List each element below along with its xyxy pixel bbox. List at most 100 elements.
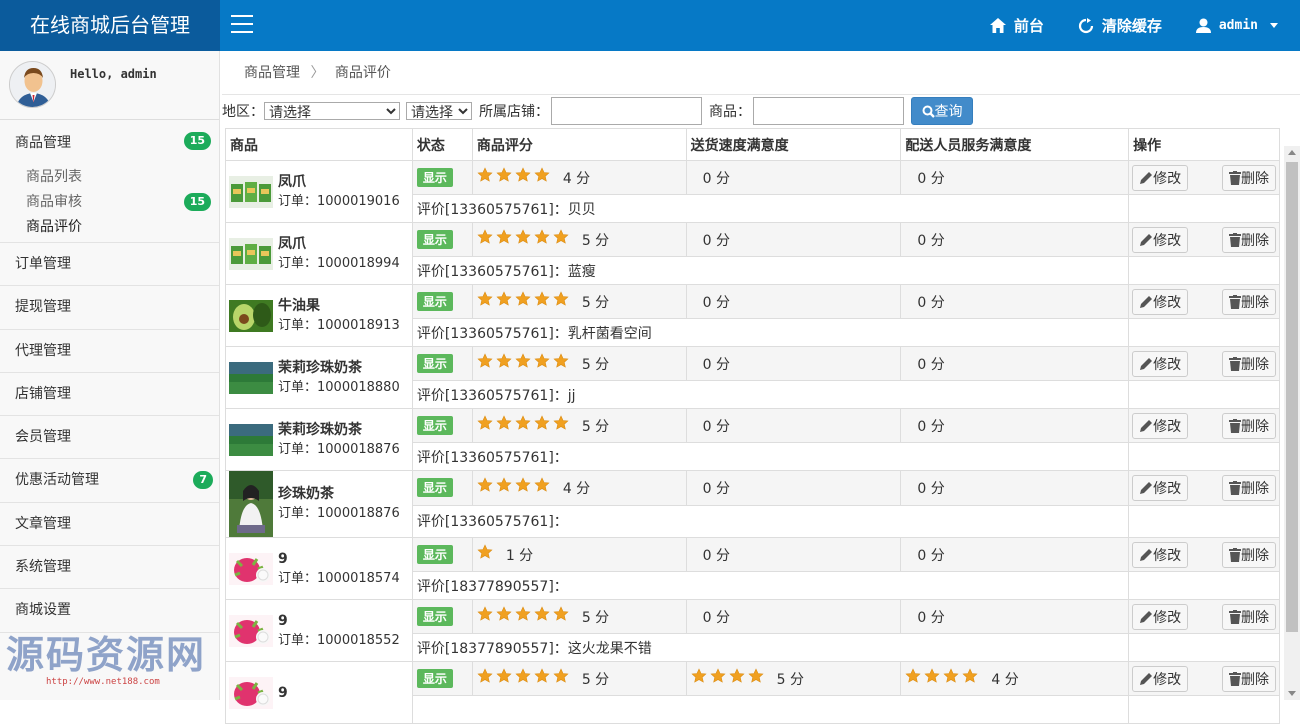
delete-label: 删除 <box>1241 671 1269 688</box>
product-input[interactable] <box>753 97 904 125</box>
speed-score: 0 分 <box>702 480 730 497</box>
scrollbar-thumb[interactable] <box>1286 162 1298 632</box>
product-name[interactable]: 茉莉珍珠奶茶 <box>278 358 400 378</box>
service-score: 0 分 <box>917 609 945 626</box>
status-cell: 显示 <box>411 408 473 443</box>
menu-promotion-management[interactable]: 优惠活动管理 7 <box>0 459 219 503</box>
speed-score: 0 分 <box>702 170 730 187</box>
menu-mall-settings[interactable]: 商城设置 <box>0 589 219 633</box>
brand-title: 在线商城后台管理 <box>0 0 220 51</box>
rating-stars <box>477 544 496 560</box>
star-icon <box>496 291 512 306</box>
speed-cell: 0 分 <box>685 408 902 443</box>
service-cell: 0 分 <box>900 346 1130 381</box>
edit-button[interactable]: 修改 <box>1132 350 1189 377</box>
hello-text: Hello, admin <box>70 67 157 81</box>
vertical-scrollbar[interactable] <box>1284 146 1300 700</box>
status-badge: 显示 <box>416 416 453 435</box>
rating-score: 1 分 <box>505 548 534 564</box>
product-name[interactable]: 茉莉珍珠奶茶 <box>278 420 400 440</box>
menu-withdraw-management[interactable]: 提现管理 <box>0 286 219 330</box>
menu-shop-management[interactable]: 店铺管理 <box>0 373 219 417</box>
star-icon <box>515 606 531 621</box>
edit-button[interactable]: 修改 <box>1132 288 1189 315</box>
delete-button[interactable]: 删除 <box>1222 541 1276 568</box>
edit-button[interactable]: 修改 <box>1132 164 1189 191</box>
submenu-product-list[interactable]: 商品列表 <box>26 165 219 190</box>
product-cell: 珍珠奶茶 订单：1000018876 <box>225 470 413 538</box>
query-button[interactable]: 查询 <box>911 97 973 125</box>
star-icon <box>477 353 493 368</box>
service-cell: 0 分 <box>900 222 1130 257</box>
submenu-product-evaluation[interactable]: 商品评价 <box>26 215 219 240</box>
star-icon <box>496 477 512 492</box>
delete-button[interactable]: 删除 <box>1222 226 1276 253</box>
service-cell: 4 分 <box>900 661 1130 696</box>
edit-button[interactable]: 修改 <box>1132 603 1189 630</box>
menu-toggle-icon[interactable] <box>231 15 253 35</box>
breadcrumb-separator: 〉 <box>310 65 325 81</box>
menu-agent-management[interactable]: 代理管理 <box>0 330 219 373</box>
menu-article-management[interactable]: 文章管理 <box>0 503 219 547</box>
menu-system-management[interactable]: 系统管理 <box>0 546 219 590</box>
speed-score: 0 分 <box>702 356 730 373</box>
edit-button[interactable]: 修改 <box>1132 665 1189 692</box>
scroll-down-icon[interactable] <box>1288 691 1296 696</box>
product-name[interactable]: 9 <box>278 549 400 569</box>
sub-region-select[interactable]: 请选择 <box>406 102 472 120</box>
submenu-product-review[interactable]: 商品审核 15 <box>26 190 219 215</box>
user-name: admin <box>1218 18 1258 33</box>
scroll-up-icon[interactable] <box>1288 150 1296 155</box>
product-name[interactable]: 牛油果 <box>278 296 400 316</box>
edit-button[interactable]: 修改 <box>1132 412 1189 439</box>
pencil-icon <box>1140 481 1153 494</box>
table-row: 茉莉珍珠奶茶 订单：1000018880 显示 5 分0 分0 分修改 删除 <box>225 346 1280 409</box>
delete-button[interactable]: 删除 <box>1222 164 1276 191</box>
delete-label: 删除 <box>1241 609 1269 626</box>
menu-member-management[interactable]: 会员管理 <box>0 416 219 460</box>
star-icon <box>534 167 550 182</box>
empty-cell <box>1128 380 1280 409</box>
frontend-link[interactable]: 前台 <box>989 15 1044 36</box>
product-name[interactable]: 9 <box>278 611 400 631</box>
status-cell: 显示 <box>411 599 473 634</box>
table-row: 9 显示 5 分 5 分 4 分 修改 删除 <box>225 661 1280 724</box>
edit-button[interactable]: 修改 <box>1132 226 1189 253</box>
shop-input[interactable] <box>551 97 702 125</box>
product-name[interactable]: 凤爪 <box>278 234 400 254</box>
sidebar: Hello, admin 商品管理 15 商品列表 商品审核 15 商品评价 订… <box>0 51 220 700</box>
menu-product-management[interactable]: 商品管理 15 商品列表 商品审核 15 商品评价 <box>0 120 219 243</box>
rating-cell: 4 分 <box>471 470 687 506</box>
menu-order-management[interactable]: 订单管理 <box>0 243 219 287</box>
clear-cache-link[interactable]: 清除缓存 <box>1078 15 1162 36</box>
actions-cell: 修改 删除 <box>1128 160 1280 195</box>
service-cell: 0 分 <box>900 160 1130 195</box>
delete-button[interactable]: 删除 <box>1222 603 1276 630</box>
product-name[interactable]: 珍珠奶茶 <box>278 484 400 504</box>
status-cell: 显示 <box>411 537 473 572</box>
order-id: 1000018574 <box>317 570 400 586</box>
breadcrumb-parent[interactable]: 商品管理 <box>244 65 300 81</box>
order-id: 1000018876 <box>317 441 400 457</box>
region-select[interactable]: 请选择 <box>264 102 400 120</box>
order-id: 1000018880 <box>317 379 400 395</box>
evaluation-text: 评价[13360575761]： <box>411 504 1130 538</box>
edit-button[interactable]: 修改 <box>1132 474 1189 501</box>
delete-button[interactable]: 删除 <box>1222 412 1276 439</box>
user-menu[interactable]: admin <box>1195 18 1278 33</box>
speed-score: 0 分 <box>702 418 730 435</box>
rating-stars <box>477 229 572 245</box>
delete-button[interactable]: 删除 <box>1222 350 1276 377</box>
service-cell: 0 分 <box>900 599 1130 634</box>
delete-button[interactable]: 删除 <box>1222 474 1276 501</box>
star-icon <box>496 167 512 182</box>
delete-label: 删除 <box>1241 418 1269 435</box>
star-icon <box>477 606 493 621</box>
trash-icon <box>1229 232 1241 247</box>
rating-score: 5 分 <box>581 295 610 311</box>
delete-button[interactable]: 删除 <box>1222 288 1276 315</box>
edit-button[interactable]: 修改 <box>1132 541 1189 568</box>
delete-button[interactable]: 删除 <box>1222 665 1276 692</box>
product-name[interactable]: 凤爪 <box>278 172 400 192</box>
status-badge: 显示 <box>416 669 453 688</box>
